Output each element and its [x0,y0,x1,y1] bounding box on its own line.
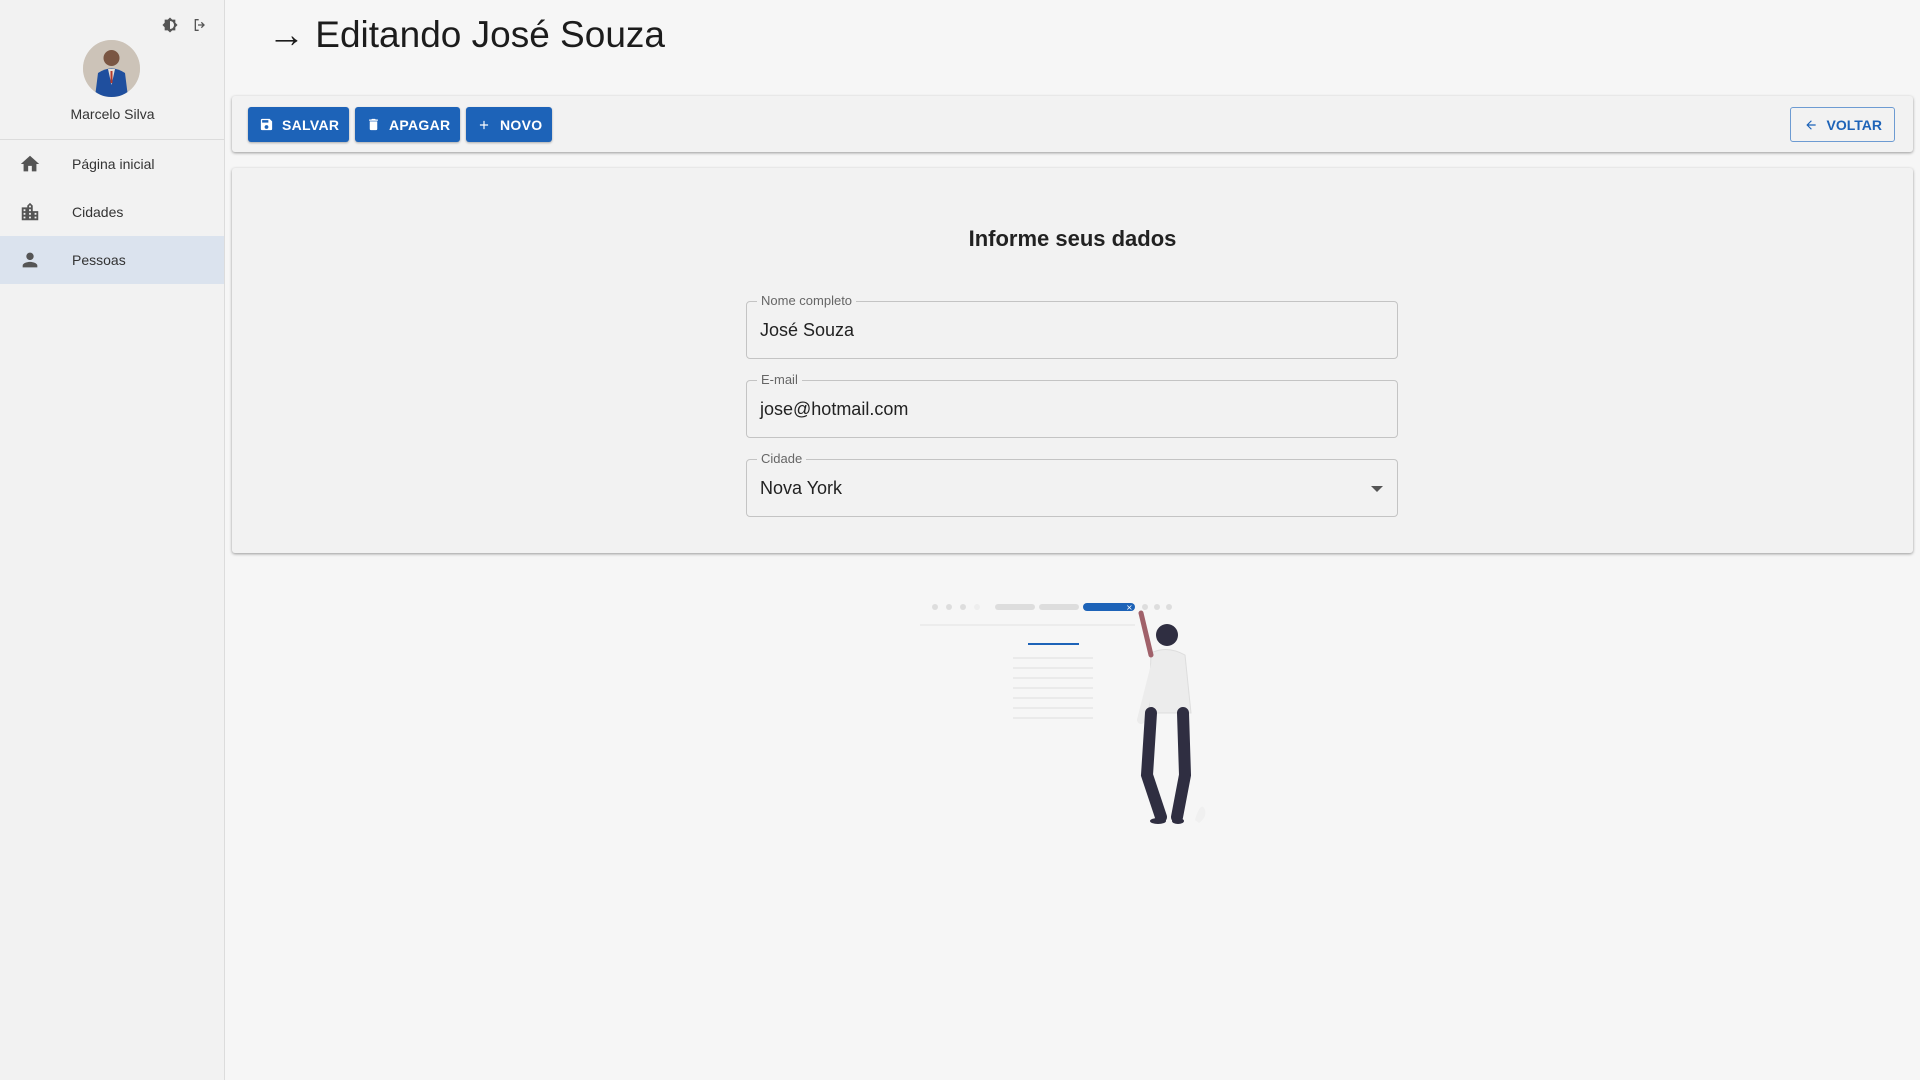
new-button[interactable]: NOVO [466,107,553,142]
back-button[interactable]: VOLTAR [1789,107,1895,142]
page-title: → Editando José Souza [268,14,665,55]
sidebar-item-cidades[interactable]: Cidades [0,188,224,236]
illustration: × [915,595,1225,830]
save-icon [258,117,274,133]
sidebar-item-label: Página inicial [72,156,155,172]
back-button-label: VOLTAR [1826,116,1882,133]
save-button-label: SALVAR [282,116,340,133]
home-icon [18,152,42,176]
logout-icon[interactable] [190,15,210,35]
sidebar-item-label: Cidades [72,204,124,220]
brightness-icon[interactable] [160,15,180,35]
delete-button[interactable]: APAGAR [355,107,461,142]
email-field[interactable]: E-mail jose@hotmail.com [746,372,1398,438]
sidebar-item-pessoas[interactable]: Pessoas [0,236,224,284]
toolbar: SALVAR APAGAR NOVO VOLTAR [232,96,1913,152]
chevron-down-icon[interactable] [1371,486,1383,492]
person-icon [18,248,42,272]
sidebar-top-actions [160,15,210,35]
delete-button-label: APAGAR [389,116,451,133]
name-field-value: José Souza [760,320,855,340]
avatar [83,40,140,97]
new-button-label: NOVO [500,116,543,133]
svg-text:×: × [1126,603,1133,612]
sidebar-item-pagina-inicial[interactable]: Página inicial [0,140,224,188]
plus-icon [476,117,492,133]
email-field-value: jose@hotmail.com [760,399,909,419]
form-title: Informe seus dados [968,226,1177,251]
name-field-label: Nome completo [757,293,857,308]
form-card: Informe seus dados Nome completo José So… [232,168,1913,553]
sidebar-item-label: Pessoas [72,252,126,268]
city-select-label: Cidade [757,451,807,466]
sidebar-nav: Página inicial Cidades Pessoas [0,140,224,284]
name-field[interactable]: Nome completo José Souza [746,293,1398,359]
city-select-value: Nova York [760,478,843,498]
arrow-left-icon [1803,117,1819,133]
sidebar-profile: Marcelo Silva [0,0,224,140]
sidebar: Marcelo Silva Página inicial Cidades Pes… [0,0,225,1080]
email-field-label: E-mail [757,372,802,387]
city-icon [18,200,42,224]
trash-icon [365,117,381,133]
save-button[interactable]: SALVAR [248,107,350,142]
city-select[interactable]: Cidade Nova York [746,451,1398,517]
user-name: Marcelo Silva [70,106,155,122]
